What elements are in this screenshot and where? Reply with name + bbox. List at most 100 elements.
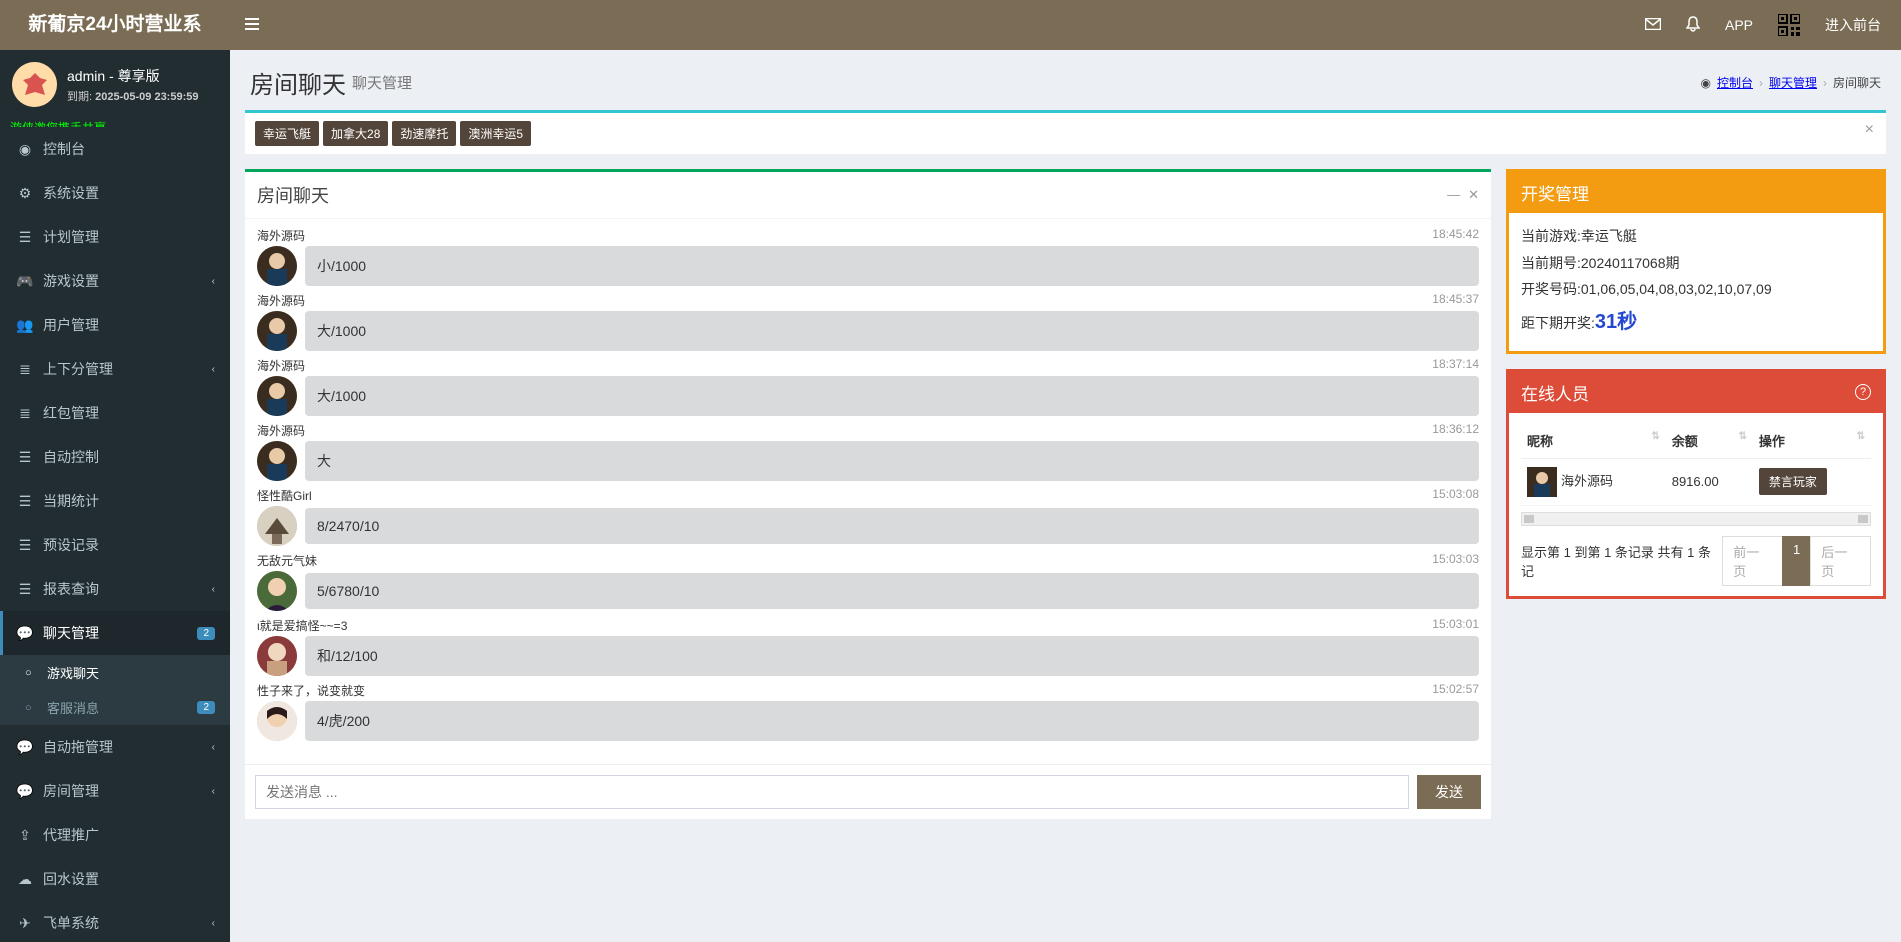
chevron-left-icon: ‹ xyxy=(212,742,215,753)
msg-text: 大/1000 xyxy=(305,311,1479,351)
chat-icon: 💬 xyxy=(15,739,35,756)
lottery-title: 开奖管理 xyxy=(1509,172,1883,213)
mute-button[interactable]: 禁言玩家 xyxy=(1759,468,1827,495)
menu-redpack[interactable]: ≣红包管理 xyxy=(0,391,230,435)
send-button[interactable]: 发送 xyxy=(1417,775,1481,809)
sort-icon: ⇅ xyxy=(1738,431,1746,442)
menu-plan[interactable]: ☰计划管理 xyxy=(0,215,230,259)
app-link[interactable]: APP xyxy=(1725,17,1753,33)
crumb-console[interactable]: 控制台 xyxy=(1717,74,1753,91)
pager: 前一页 1 后一页 xyxy=(1723,536,1871,586)
msg-text: 4/虎/200 xyxy=(305,701,1479,741)
msg-username: 无敌元气妹 xyxy=(257,552,317,569)
col-nick[interactable]: 昵称⇅ xyxy=(1521,423,1666,459)
sidebar-menu: ◉控制台 ⚙系统设置 ☰计划管理 🎮游戏设置‹ 👥用户管理 ≣上下分管理‹ ≣红… xyxy=(0,127,230,942)
bell-icon[interactable] xyxy=(1686,16,1700,35)
menu-flyorder[interactable]: ✈飞单系统‹ xyxy=(0,901,230,942)
menu-autotow[interactable]: 💬自动拖管理‹ xyxy=(0,725,230,769)
close-icon[interactable]: × xyxy=(1865,121,1874,139)
game-tag[interactable]: 加拿大28 xyxy=(323,121,388,146)
msg-username: 海外源码 xyxy=(257,422,305,439)
lottery-countdown: 31秒 xyxy=(1595,311,1637,333)
msg-text: 大/1000 xyxy=(305,376,1479,416)
chat-badge: 2 xyxy=(197,627,215,640)
game-tag[interactable]: 澳洲幸运5 xyxy=(460,121,531,146)
chat-box: 房间聊天 — ✕ 海外源码18:45:42小/1000海外源码18:45:37大… xyxy=(245,169,1491,819)
game-tag[interactable]: 幸运飞艇 xyxy=(255,121,319,146)
enter-frontend[interactable]: 进入前台 xyxy=(1825,15,1881,35)
submenu-game-chat[interactable]: ○游戏聊天 xyxy=(0,655,230,690)
avatar xyxy=(257,506,297,546)
database-icon: ≣ xyxy=(15,361,35,378)
chat-message: 怪性酷Girl15:03:088/2470/10 xyxy=(257,487,1479,546)
menu-room[interactable]: 💬房间管理‹ xyxy=(0,769,230,813)
menu-period[interactable]: ☰当期统计 xyxy=(0,479,230,523)
circle-icon: ○ xyxy=(25,667,39,679)
logo: 新葡京24小时营业系 xyxy=(0,0,230,50)
menu-console[interactable]: ◉控制台 xyxy=(0,127,230,171)
share-icon: ⇪ xyxy=(15,827,35,844)
msg-username: 海外源码 xyxy=(257,357,305,374)
online-table: 昵称⇅ 余额⇅ 操作⇅ 海外源码 8916.00禁言玩家 xyxy=(1521,423,1871,506)
list-icon: ☰ xyxy=(15,537,35,554)
lottery-game: 幸运飞艇 xyxy=(1581,228,1637,244)
menu-system[interactable]: ⚙系统设置 xyxy=(0,171,230,215)
chat-messages[interactable]: 海外源码18:45:42小/1000海外源码18:45:37大/1000海外源码… xyxy=(245,219,1491,764)
online-nick: 海外源码 xyxy=(1561,473,1613,488)
chat-message: 海外源码18:37:14大/1000 xyxy=(257,357,1479,416)
menu-rebate[interactable]: ☁回水设置 xyxy=(0,857,230,901)
lottery-result: 01,06,05,04,08,03,02,10,07,09 xyxy=(1581,281,1772,297)
menu-toggle[interactable] xyxy=(230,17,274,33)
avatar xyxy=(257,636,297,676)
lottery-box: 开奖管理 当前游戏:幸运飞艇 当前期号:20240117068期 开奖号码:01… xyxy=(1506,169,1886,354)
chat-message: 无敌元气妹15:03:035/6780/10 xyxy=(257,552,1479,611)
avatar xyxy=(257,311,297,351)
menu-chat[interactable]: 💬聊天管理2 xyxy=(0,611,230,655)
close-icon[interactable]: ✕ xyxy=(1468,187,1479,203)
menu-preset[interactable]: ☰预设记录 xyxy=(0,523,230,567)
chat-message: ι就是爱搞怪~~=315:03:01和/12/100 xyxy=(257,617,1479,676)
submenu-service-msg[interactable]: ○客服消息2 xyxy=(0,690,230,725)
envelope-icon[interactable] xyxy=(1645,17,1661,33)
pager-prev[interactable]: 前一页 xyxy=(1722,536,1783,586)
help-icon[interactable]: ? xyxy=(1855,384,1871,400)
chat-icon: 💬 xyxy=(15,625,35,642)
qr-icon[interactable] xyxy=(1778,14,1800,36)
msg-text: 5/6780/10 xyxy=(305,573,1479,609)
top-header: 新葡京24小时营业系 APP 进入前台 xyxy=(0,0,1901,50)
msg-username: 海外源码 xyxy=(257,292,305,309)
message-input[interactable] xyxy=(255,775,1409,809)
menu-agent[interactable]: ⇪代理推广 xyxy=(0,813,230,857)
pager-next[interactable]: 后一页 xyxy=(1810,536,1871,586)
minimize-icon[interactable]: — xyxy=(1447,187,1460,203)
crumb-chat[interactable]: 聊天管理 xyxy=(1769,74,1817,91)
tag-bar: × 幸运飞艇加拿大28劲速摩托澳洲幸运5 xyxy=(245,110,1886,154)
menu-updown[interactable]: ≣上下分管理‹ xyxy=(0,347,230,391)
msg-time: 18:45:37 xyxy=(1432,292,1479,309)
menu-report[interactable]: ☰报表查询‹ xyxy=(0,567,230,611)
msg-text: 小/1000 xyxy=(305,246,1479,286)
content-header: 房间聊天 聊天管理 ◉ 控制台 › 聊天管理 › 房间聊天 xyxy=(230,50,1901,110)
msg-time: 15:02:57 xyxy=(1432,682,1479,699)
online-balance: 8916.00 xyxy=(1666,458,1753,505)
menu-game[interactable]: 🎮游戏设置‹ xyxy=(0,259,230,303)
msg-time: 15:03:08 xyxy=(1432,487,1479,504)
chevron-left-icon: ‹ xyxy=(212,276,215,287)
game-tag[interactable]: 劲速摩托 xyxy=(392,121,456,146)
online-title: 在线人员 xyxy=(1521,380,1589,405)
table-row: 海外源码 8916.00禁言玩家 xyxy=(1521,458,1871,505)
chat-message: 性子来了，说变就变15:02:574/虎/200 xyxy=(257,682,1479,741)
col-balance[interactable]: 余额⇅ xyxy=(1666,423,1753,459)
msg-text: 大 xyxy=(305,441,1479,481)
list-icon: ☰ xyxy=(15,581,35,598)
chat-message: 海外源码18:36:12大 xyxy=(257,422,1479,481)
table-scrollbar[interactable] xyxy=(1521,512,1871,526)
menu-auto[interactable]: ☰自动控制 xyxy=(0,435,230,479)
send-icon: ✈ xyxy=(15,915,35,932)
pager-info: 显示第 1 到第 1 条记录 共有 1 条记 xyxy=(1521,542,1723,580)
pager-page[interactable]: 1 xyxy=(1782,536,1811,586)
col-action[interactable]: 操作⇅ xyxy=(1753,423,1871,459)
chevron-left-icon: ‹ xyxy=(212,918,215,929)
avatar xyxy=(257,571,297,611)
menu-users[interactable]: 👥用户管理 xyxy=(0,303,230,347)
